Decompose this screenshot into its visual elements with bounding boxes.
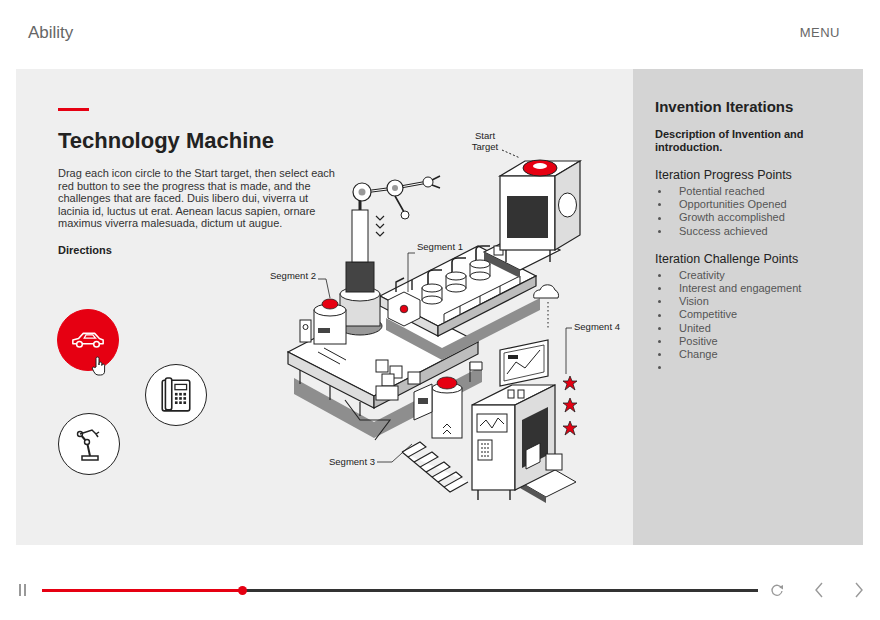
bullet	[658, 217, 661, 220]
point-item: Potential reached	[655, 185, 847, 198]
points-section: Iteration Progress Points Potential reach…	[655, 168, 847, 238]
progress-fill	[42, 589, 242, 592]
point-item: Success achieved	[655, 225, 847, 238]
next-icon[interactable]	[854, 582, 864, 598]
phone-icon	[158, 377, 194, 413]
replay-icon[interactable]	[770, 583, 784, 597]
section-heading: Iteration Challenge Points	[655, 252, 847, 267]
previous-icon[interactable]	[814, 582, 824, 598]
progress-handle[interactable]	[238, 586, 247, 595]
bullet	[658, 327, 661, 330]
robot-circle[interactable]	[58, 413, 120, 475]
points-list: CreativityInterest and engagementVisionC…	[655, 269, 847, 375]
directions-label: Directions	[58, 244, 338, 256]
start-target-label: Start Target	[463, 130, 507, 152]
point-item: Vision	[655, 295, 847, 308]
bullet	[658, 230, 661, 233]
point-item: Creativity	[655, 269, 847, 282]
point-item: Opportunities Opened	[655, 198, 847, 211]
segment-label: Segment 1	[417, 241, 463, 252]
progress-bar[interactable]	[42, 589, 758, 592]
hand-cursor-icon	[91, 356, 107, 376]
points-list: Potential reachedOpportunities OpenedGro…	[655, 185, 847, 238]
menu-button[interactable]: MENU	[800, 25, 840, 40]
red-pin-icon	[563, 376, 577, 390]
bullet	[658, 274, 661, 277]
point-item	[655, 361, 847, 374]
point-item: Positive	[655, 335, 847, 348]
segment-label: Segment 2	[270, 270, 316, 281]
robot-arm-icon	[71, 426, 107, 462]
segment-label: Segment 3	[329, 456, 375, 467]
section-heading: Iteration Progress Points	[655, 168, 847, 183]
accent-bar	[58, 108, 89, 111]
course-player: Ability MENU Technology Machine Drag each i…	[0, 0, 880, 620]
point-item: Competitive	[655, 308, 847, 321]
side-title: Invention Iterations	[655, 98, 847, 116]
side-panel: Invention Iterations Description of Inven…	[633, 69, 863, 545]
point-item: Interest and engagement	[655, 282, 847, 295]
bullet	[658, 300, 661, 303]
point-item: Change	[655, 348, 847, 361]
bullet	[658, 203, 661, 206]
slide: Technology Machine Drag each icon circle …	[16, 69, 863, 545]
points-section: Iteration Challenge Points CreativityInte…	[655, 252, 847, 375]
bullet	[658, 366, 661, 369]
bullet	[658, 190, 661, 193]
header: Ability MENU	[0, 0, 880, 69]
pause-icon[interactable]	[18, 583, 28, 597]
player-controls	[0, 545, 880, 620]
bullet	[658, 314, 661, 317]
bullet	[658, 340, 661, 343]
description: Description of Invention and introductio…	[655, 128, 847, 154]
bullet	[658, 353, 661, 356]
red-pin-icon	[563, 398, 577, 412]
car-circle[interactable]	[57, 309, 119, 371]
point-item: Growth accomplished	[655, 211, 847, 224]
segment-label: Segment 4	[574, 321, 620, 332]
slide-title: Technology Machine	[58, 128, 338, 154]
machine-panel: Technology Machine Drag each icon circle …	[16, 69, 633, 545]
car-icon	[70, 322, 106, 358]
phone-circle[interactable]	[145, 364, 207, 426]
logo: Ability	[28, 23, 73, 43]
bullet	[658, 287, 661, 290]
intro: Technology Machine Drag each icon circle …	[16, 69, 338, 256]
point-item: United	[655, 322, 847, 335]
instructions: Drag each icon circle to the Start targe…	[58, 167, 338, 230]
red-pin-icon	[563, 421, 577, 435]
